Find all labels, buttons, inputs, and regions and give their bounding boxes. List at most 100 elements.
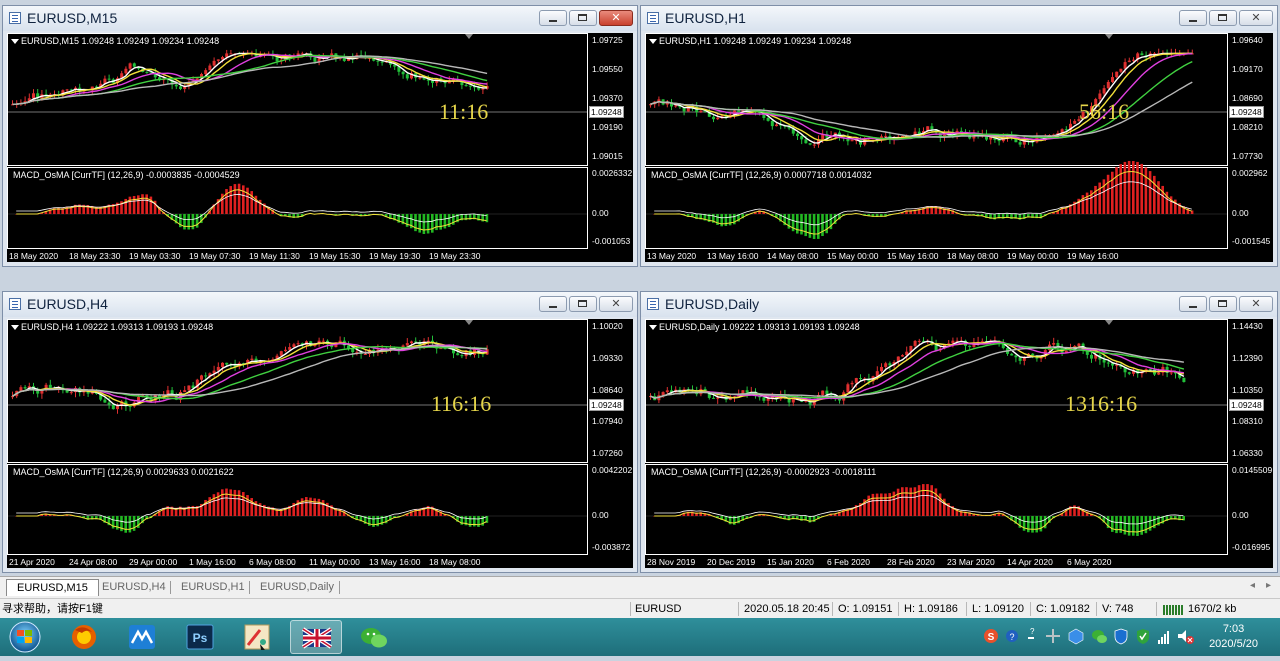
- macd-histogram-bar: [212, 494, 216, 516]
- system-tray: S ? ?: [980, 618, 1200, 656]
- security-check-icon: [1137, 629, 1149, 644]
- chart-area[interactable]: EURUSD,H1 1.09248 1.09249 1.09234 1.0924…: [645, 33, 1273, 262]
- macd-histogram-bar: [1140, 516, 1143, 535]
- start-orb-icon[interactable]: [2, 620, 48, 654]
- candle: [880, 363, 883, 373]
- chart-ohlc-info: EURUSD,Daily 1.09222 1.09313 1.09193 1.0…: [659, 322, 860, 332]
- shield-icon: [1114, 628, 1128, 645]
- time-axis-tick: 6 Feb 2020: [827, 557, 871, 567]
- macd-histogram-bar: [909, 487, 912, 516]
- tab-eurusd-m15[interactable]: EURUSD,M15: [6, 579, 99, 596]
- candle: [1010, 352, 1014, 356]
- candle: [1106, 79, 1110, 90]
- chart-shift-marker: [465, 320, 473, 325]
- close-icon[interactable]: [599, 296, 633, 312]
- meitu-icon[interactable]: [116, 620, 168, 654]
- macd-histogram-bar: [124, 516, 127, 533]
- candle: [1102, 355, 1106, 368]
- candle: [737, 389, 741, 397]
- candle: [808, 143, 812, 146]
- minimize-icon[interactable]: [1179, 296, 1207, 312]
- candle: [90, 86, 94, 94]
- chart-area[interactable]: EURUSD,Daily 1.09222 1.09313 1.09193 1.0…: [645, 319, 1273, 568]
- macd-histogram-bar: [1098, 182, 1101, 214]
- chart-tabs-bar: EURUSD,M15 EURUSD,H4 EURUSD,H1 EURUSD,Da…: [0, 576, 1280, 598]
- chart-titlebar[interactable]: EURUSD,H1: [641, 6, 1277, 31]
- close-icon[interactable]: [1239, 10, 1273, 26]
- wechat-icon[interactable]: [348, 620, 400, 654]
- price-chart-svg: [7, 33, 588, 249]
- maximize-icon[interactable]: [1209, 296, 1237, 312]
- price-axis-tick: 1.06330: [1232, 448, 1263, 458]
- minimize-icon[interactable]: [539, 296, 567, 312]
- time-axis-tick: 14 Apr 2020: [1007, 557, 1053, 567]
- chart-menu-triangle-icon[interactable]: [11, 325, 19, 330]
- macd-histogram-bar: [1123, 516, 1127, 535]
- tab-eurusd-daily[interactable]: EURUSD,Daily: [250, 579, 344, 596]
- candle: [1174, 372, 1177, 379]
- price-axis-tick: 1.08690: [1232, 93, 1263, 103]
- close-icon[interactable]: [599, 10, 633, 26]
- firefox-icon[interactable]: [58, 620, 110, 654]
- close-icon[interactable]: [1239, 296, 1273, 312]
- macd-histogram-bar: [229, 489, 232, 516]
- maximize-icon[interactable]: [569, 10, 597, 26]
- price-axis-tick: 1.07940: [592, 416, 623, 427]
- chart-menu-triangle-icon[interactable]: [11, 39, 19, 44]
- tab-scroll-left-icon[interactable]: ◂: [1250, 580, 1255, 591]
- price-axis-tick: 1.09330: [592, 352, 623, 363]
- time-axis-tick: 13 May 2020: [647, 251, 697, 261]
- price-axis-tick: 1.07260: [592, 448, 623, 458]
- current-price-box: 1.09248: [589, 106, 624, 118]
- chart-ohlc-info: EURUSD,H4 1.09222 1.09313 1.09193 1.0924…: [21, 322, 214, 332]
- chart-window-daily[interactable]: EURUSD,Daily EURUSD,Daily 1.09222 1.0931…: [640, 291, 1278, 573]
- maximize-icon[interactable]: [1209, 10, 1237, 26]
- macd-axis-tick: -0.016995: [1232, 542, 1271, 552]
- time-axis-tick: 24 Apr 08:00: [69, 557, 118, 567]
- chart-titlebar[interactable]: EURUSD,H4: [3, 292, 637, 317]
- macd-histogram-bar: [905, 487, 908, 516]
- macd-histogram-bar: [1144, 167, 1148, 214]
- chart-titlebar[interactable]: EURUSD,Daily: [641, 292, 1277, 317]
- macd-histogram-bar: [1157, 181, 1160, 214]
- tab-eurusd-h4[interactable]: EURUSD,H4: [92, 579, 176, 596]
- taskbar-clock[interactable]: 7:03 2020/5/20: [1209, 622, 1258, 652]
- chart-titlebar[interactable]: EURUSD,M15: [3, 6, 637, 31]
- chart-area[interactable]: EURUSD,M15 1.09248 1.09249 1.09234 1.092…: [7, 33, 633, 262]
- time-axis-tick: 15 May 16:00: [887, 251, 939, 261]
- maximize-icon[interactable]: [569, 296, 597, 312]
- candle: [397, 66, 401, 76]
- chart-menu-triangle-icon[interactable]: [649, 39, 657, 44]
- candle: [1140, 51, 1144, 56]
- minimize-icon[interactable]: [539, 10, 567, 26]
- macd-histogram-bar: [1031, 516, 1034, 533]
- price-chart-svg: [645, 33, 1228, 249]
- candle: [23, 96, 27, 106]
- chart-window-m15[interactable]: EURUSD,M15 EURUSD,M15 1.09248 1.09249 1.…: [2, 5, 638, 267]
- macd-histogram-bar: [237, 490, 241, 516]
- status-traffic: 1670/2 kb: [1188, 603, 1237, 615]
- macd-histogram-bar: [804, 214, 807, 237]
- bar-countdown-timer: 116:16: [431, 391, 492, 416]
- macd-histogram-bar: [1136, 516, 1139, 537]
- chart-area[interactable]: EURUSD,H4 1.09222 1.09313 1.09193 1.0924…: [7, 319, 633, 568]
- macd-histogram-bar: [477, 516, 480, 527]
- price-axis-tick: 1.14430: [1232, 321, 1263, 331]
- paint-icon[interactable]: [232, 620, 284, 654]
- minimize-icon[interactable]: [1179, 10, 1207, 26]
- candle: [1136, 52, 1140, 63]
- status-separator: [1030, 602, 1031, 616]
- tab-eurusd-h1[interactable]: EURUSD,H1: [171, 579, 255, 596]
- macd-indicator-label: MACD_OsMA [CurrTF] (12,26,9) -0.0003835 …: [13, 170, 240, 180]
- chart-window-h1[interactable]: EURUSD,H1 EURUSD,H1 1.09248 1.09249 1.09…: [640, 5, 1278, 267]
- chart-menu-triangle-icon[interactable]: [649, 325, 657, 330]
- tab-scroll-right-icon[interactable]: ▸: [1266, 580, 1271, 591]
- mt4-uk-flag-icon[interactable]: [290, 620, 342, 654]
- chart-window-h4[interactable]: EURUSD,H4 EURUSD,H4 1.09222 1.09313 1.09…: [2, 291, 638, 573]
- photoshop-icon[interactable]: Ps: [174, 620, 226, 654]
- connection-bars-icon: [1163, 603, 1185, 615]
- wechat-tray-icon: [1092, 630, 1107, 643]
- candle: [846, 133, 850, 146]
- candle: [1182, 377, 1186, 383]
- candle: [296, 340, 300, 346]
